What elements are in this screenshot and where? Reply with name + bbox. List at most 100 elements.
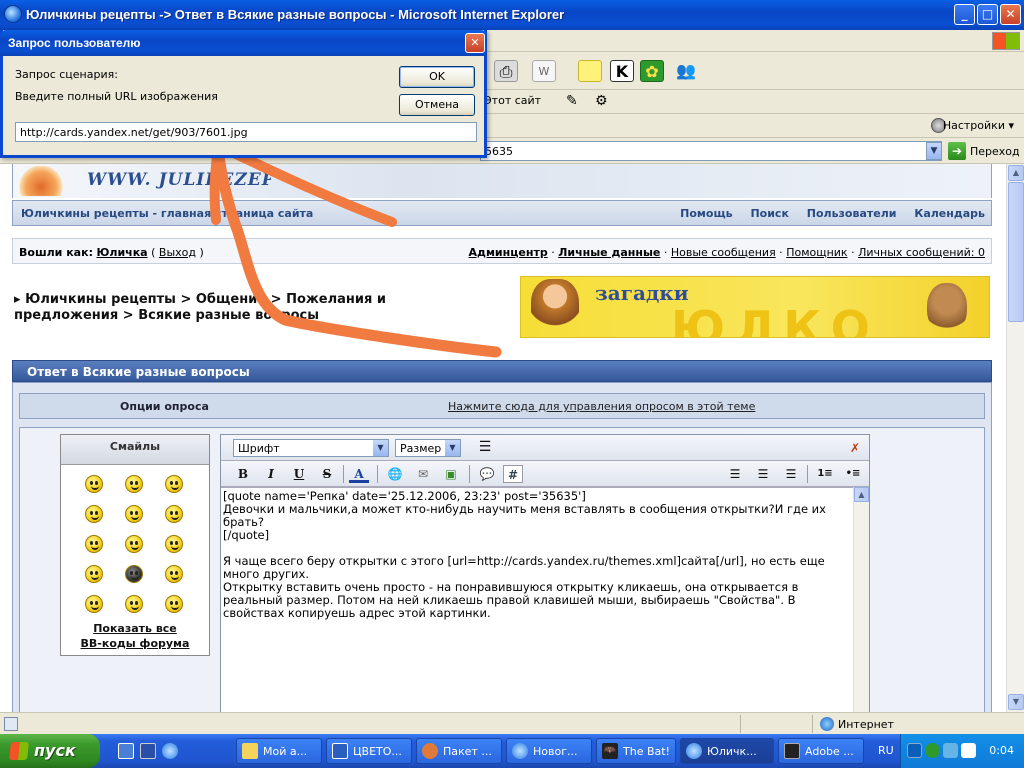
task-adobe[interactable]: Adobe ...	[778, 738, 864, 764]
page-content: WWW. JULIREZEPT.NET Юличкины рецепты - г…	[0, 164, 1006, 712]
nav-help[interactable]: Помощь	[680, 207, 732, 220]
dialog-close-button[interactable]: ✕	[465, 33, 485, 53]
smile-tongue-icon[interactable]	[125, 505, 143, 523]
post-textarea[interactable]: [quote name='Репка' date='25.12.2006, 23…	[221, 487, 853, 712]
align-right-icon[interactable]: ☰	[781, 465, 801, 483]
go-arrow-icon[interactable]: ➔	[948, 142, 966, 160]
smile-neutral-icon[interactable]	[125, 475, 143, 493]
helper-link[interactable]: Помощник	[786, 246, 847, 259]
smile-laugh-icon[interactable]	[165, 535, 183, 553]
task-new-year[interactable]: Новог...	[506, 738, 592, 764]
print-icon[interactable]: ⎙	[494, 60, 518, 82]
k-app-icon[interactable]: K	[610, 60, 634, 82]
notes-icon[interactable]	[578, 60, 602, 82]
username-link[interactable]: Юличка	[96, 246, 147, 259]
indent-icon[interactable]: ☰	[475, 439, 495, 457]
task-label: The Bat!	[623, 745, 670, 758]
private-messages-link[interactable]: Личных сообщений: 0	[858, 246, 985, 259]
address-dropdown-button[interactable]: ▼	[926, 142, 942, 160]
smile-smirk-icon[interactable]	[125, 595, 143, 613]
task-ie-active[interactable]: Юличк...	[680, 738, 774, 764]
ad-banner[interactable]: ЮЛКО загадки	[520, 276, 990, 338]
numbered-list-icon[interactable]: 1≡	[815, 465, 835, 483]
page-scroll-down-icon[interactable]: ▼	[1008, 694, 1024, 710]
settings-button[interactable]: Настройки ▾	[943, 119, 1014, 132]
smile-sad-icon[interactable]	[85, 595, 103, 613]
address-input[interactable]: 5635	[480, 141, 942, 161]
bullet-list-icon[interactable]: •≡	[843, 465, 863, 483]
task-my-computer[interactable]: Мой а...	[236, 738, 322, 764]
textarea-scrollbar[interactable]: ▲	[853, 487, 869, 712]
task-colors[interactable]: ЦВЕТО...	[326, 738, 412, 764]
show-all-smilies-link[interactable]: Показать все	[61, 621, 209, 636]
maximize-button[interactable]: □	[977, 4, 998, 25]
tray-arrow-icon[interactable]	[907, 743, 922, 758]
breadcrumb-recipes[interactable]: Юличкины рецепты	[25, 292, 176, 307]
options-icon[interactable]: ⚙	[595, 93, 608, 109]
page-scrollbar[interactable]: ▲ ▼	[1006, 164, 1024, 712]
smile-shocked-icon[interactable]	[85, 535, 103, 553]
text-color-icon[interactable]: A	[349, 465, 369, 483]
page-scroll-thumb[interactable]	[1008, 182, 1024, 322]
admin-center-link[interactable]: Админцентр	[469, 246, 548, 259]
scroll-up-icon[interactable]: ▲	[854, 487, 869, 502]
nav-users[interactable]: Пользователи	[807, 207, 897, 220]
smile-wink-icon[interactable]	[85, 475, 103, 493]
word-icon[interactable]: W	[532, 60, 556, 82]
forum-home-link[interactable]: Юличкины рецепты - главная страница сайт…	[21, 207, 321, 220]
icq-icon[interactable]: ✿	[640, 60, 664, 82]
bold-button[interactable]: B	[233, 465, 253, 483]
k-tray-icon[interactable]	[961, 743, 976, 758]
align-left-icon[interactable]: ☰	[725, 465, 745, 483]
email-icon[interactable]: ✉	[413, 465, 433, 483]
url-input[interactable]: http://cards.yandex.net/get/903/7601.jpg	[15, 122, 477, 142]
poll-manage-link[interactable]: Нажмите сюда для управления опросом в эт…	[448, 400, 755, 413]
smile-ninja-icon[interactable]	[125, 565, 143, 583]
minimize-button[interactable]: _	[954, 4, 975, 25]
smile-glasses-icon[interactable]	[165, 595, 183, 613]
nav-search[interactable]: Поиск	[750, 207, 788, 220]
save-floppy-icon[interactable]	[140, 743, 156, 759]
strike-button[interactable]: S	[317, 465, 337, 483]
code-icon[interactable]: #	[503, 465, 523, 483]
underline-button[interactable]: U	[289, 465, 309, 483]
italic-button[interactable]: I	[261, 465, 281, 483]
cancel-button[interactable]: Отмена	[399, 94, 475, 116]
language-indicator[interactable]: RU	[878, 744, 894, 757]
messenger-icon[interactable]: 👥	[674, 60, 698, 82]
remove-format-icon[interactable]: ✗	[845, 439, 865, 457]
size-select[interactable]: Размер ▼	[395, 439, 461, 457]
forum-navbar: Юличкины рецепты - главная страница сайт…	[12, 200, 992, 226]
nav-calendar[interactable]: Календарь	[914, 207, 985, 220]
task-the-bat[interactable]: 🦇 The Bat!	[596, 738, 676, 764]
this-site-button[interactable]: Этот сайт	[484, 94, 541, 107]
bb-codes-link[interactable]: BB-коды форума	[61, 636, 209, 651]
insert-image-icon[interactable]: ▣	[441, 465, 461, 483]
breadcrumb-communication[interactable]: Общение	[196, 292, 266, 307]
page-scroll-up-icon[interactable]: ▲	[1008, 165, 1024, 181]
personal-data-link[interactable]: Личные данные	[558, 246, 660, 259]
quote-icon[interactable]: 💬	[477, 465, 497, 483]
logout-link[interactable]: Выход	[159, 246, 196, 259]
show-desktop-icon[interactable]	[118, 743, 134, 759]
link-globe-icon[interactable]: 🌐	[385, 465, 405, 483]
network-tray-icon[interactable]	[943, 743, 958, 758]
smile-cool-icon[interactable]	[165, 565, 183, 583]
smile-confused-icon[interactable]	[125, 535, 143, 553]
font-select[interactable]: Шрифт ▼	[233, 439, 389, 457]
smile-grin-icon[interactable]	[85, 505, 103, 523]
smile-happy-icon[interactable]	[165, 475, 183, 493]
ok-button[interactable]: OK	[399, 66, 475, 88]
new-messages-link[interactable]: Новые сообщения	[671, 246, 776, 259]
task-package[interactable]: Пакет ...	[416, 738, 502, 764]
icq-tray-icon[interactable]	[925, 743, 940, 758]
close-window-button[interactable]: ✕	[1000, 4, 1021, 25]
smile-surprised-icon[interactable]	[85, 565, 103, 583]
smile-angry-icon[interactable]	[165, 505, 183, 523]
align-center-icon[interactable]: ☰	[753, 465, 773, 483]
highlight-icon[interactable]: ✎	[566, 93, 578, 109]
start-button[interactable]: пуск	[0, 734, 100, 768]
go-button[interactable]: Переход	[970, 145, 1020, 158]
breadcrumb-questions[interactable]: Всякие разные вопросы	[138, 308, 319, 323]
ie-quicklaunch-icon[interactable]	[162, 743, 178, 759]
